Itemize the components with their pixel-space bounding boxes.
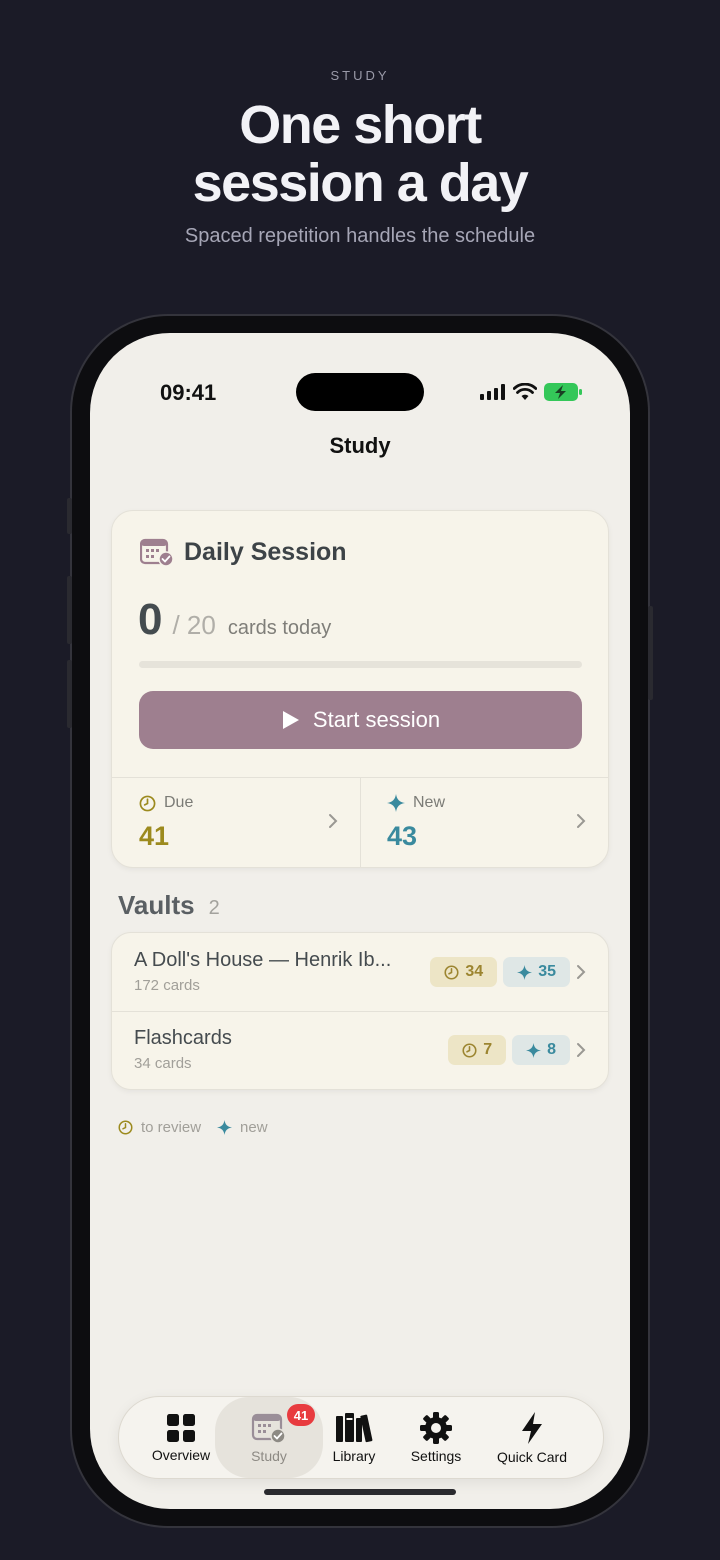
tab-study[interactable]: Study 41 (215, 1397, 323, 1478)
daily-session-header: Daily Session (140, 537, 347, 567)
clock-icon (139, 795, 156, 811)
status-icons (480, 383, 582, 401)
status-time: 09:41 (160, 380, 217, 405)
books-icon (336, 1412, 373, 1442)
promo-title-line2: session a day (192, 153, 529, 213)
vault-badges: 7 8 (448, 1035, 586, 1065)
phone-screen: 09:41 Study Daily Session 0 / 20 cards t… (90, 333, 630, 1509)
new-badge-count: 8 (547, 1041, 556, 1058)
due-label: Due (164, 794, 194, 811)
start-session-button[interactable]: Start session (139, 691, 582, 749)
daily-session-card: Daily Session 0 / 20 cards today Start s… (111, 510, 609, 868)
side-button-volume-down (67, 660, 72, 728)
cards-goal: / 20 (172, 610, 216, 640)
chevron-right-icon (329, 814, 338, 828)
new-stat-label-row: New (387, 794, 445, 812)
tab-library[interactable]: Library (313, 1397, 395, 1478)
due-badge: 7 (448, 1035, 507, 1065)
dynamic-island (296, 373, 424, 411)
wifi-icon (513, 383, 537, 400)
vault-name: A Doll's House — Henrik Ib... (134, 949, 392, 971)
sparkle-icon (217, 1120, 233, 1135)
new-badge: 35 (503, 957, 570, 987)
calendar-check-icon (251, 1413, 286, 1444)
vault-card-count: 34 cards (134, 1055, 192, 1072)
chevron-right-icon (577, 814, 586, 828)
clock-icon (444, 964, 459, 980)
tab-label: Library (332, 1447, 376, 1464)
promo-title-line1: One short (239, 95, 482, 155)
due-value: 41 (139, 821, 170, 851)
vault-name: Flashcards (134, 1027, 232, 1049)
due-badge-count: 7 (483, 1041, 493, 1058)
battery-icon (544, 383, 582, 401)
tab-settings[interactable]: Settings (393, 1397, 479, 1478)
session-progress-bar (139, 661, 582, 668)
tab-quick-card[interactable]: Quick Card (479, 1397, 585, 1478)
sparkle-icon (526, 1042, 542, 1058)
study-notification-badge: 41 (287, 1404, 315, 1426)
promo-subtitle: Spaced repetition handles the schedule (184, 225, 536, 247)
nav-title: Study (329, 433, 391, 458)
tab-overview[interactable]: Overview (135, 1397, 227, 1478)
vault-legend: to review new (118, 1119, 268, 1136)
sparkle-icon (517, 964, 533, 980)
tab-label: Study (251, 1447, 287, 1464)
calendar-check-icon (140, 538, 174, 567)
play-icon (282, 711, 299, 729)
bolt-icon (522, 1411, 542, 1444)
due-badge: 34 (430, 957, 498, 987)
legend-new-label: new (240, 1119, 268, 1136)
vaults-list: A Doll's House — Henrik Ib... 172 cards … (111, 932, 609, 1090)
vault-card-count: 172 cards (134, 977, 200, 994)
clock-icon (462, 1042, 477, 1058)
clock-icon (118, 1120, 133, 1135)
side-button-mute (67, 498, 72, 534)
tab-label: Overview (151, 1446, 211, 1463)
vault-row[interactable]: A Doll's House — Henrik Ib... 172 cards … (112, 933, 608, 1012)
gear-icon (420, 1411, 452, 1444)
promo-title: One short session a day (0, 96, 720, 212)
tab-bar: Overview Study 41 Library Settings Quick… (118, 1396, 604, 1479)
vault-row[interactable]: Flashcards 34 cards 7 8 (112, 1011, 608, 1089)
vaults-count: 2 (208, 897, 220, 919)
new-badge: 8 (512, 1035, 570, 1065)
cards-label: cards today (227, 617, 332, 639)
new-stat[interactable]: New 43 (360, 777, 608, 867)
chevron-right-icon (577, 965, 586, 979)
home-indicator (264, 1489, 456, 1495)
chevron-right-icon (577, 1043, 586, 1057)
daily-session-title: Daily Session (184, 537, 347, 566)
phone-frame: 09:41 Study Daily Session 0 / 20 cards t… (67, 316, 653, 1526)
grid-icon (167, 1413, 195, 1442)
new-value: 43 (387, 821, 418, 851)
due-badge-count: 34 (465, 963, 484, 980)
tab-label: Quick Card (496, 1448, 568, 1465)
sparkle-icon (387, 794, 405, 812)
new-badge-count: 35 (538, 963, 556, 980)
vault-badges: 34 35 (430, 957, 586, 987)
side-button-power (648, 606, 653, 700)
new-label: New (413, 794, 446, 811)
session-count: 0 / 20 cards today (138, 595, 331, 645)
promo-eyebrow: STUDY (330, 68, 390, 83)
due-stat[interactable]: Due 41 (112, 777, 360, 867)
start-session-label: Start session (312, 707, 441, 732)
due-stat-label-row: Due (139, 794, 193, 812)
tab-label: Settings (410, 1447, 462, 1464)
signal-icon (480, 384, 505, 400)
vaults-header: Vaults 2 (118, 890, 220, 921)
side-button-volume-up (67, 576, 72, 644)
legend-review-label: to review (141, 1119, 202, 1136)
cards-done: 0 (138, 595, 163, 644)
vaults-title: Vaults (118, 890, 195, 920)
